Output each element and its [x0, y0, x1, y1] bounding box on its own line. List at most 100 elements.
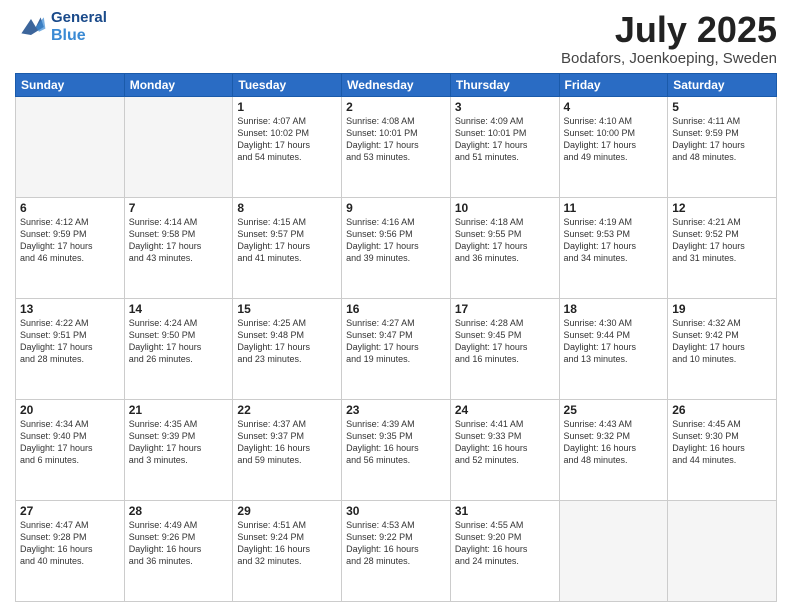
page: General Blue July 2025 Bodafors, Joenkoe… — [0, 0, 792, 612]
day-number: 3 — [455, 100, 555, 114]
day-info: Sunrise: 4:55 AM Sunset: 9:20 PM Dayligh… — [455, 519, 555, 568]
col-wednesday: Wednesday — [342, 73, 451, 96]
day-number: 16 — [346, 302, 446, 316]
day-info: Sunrise: 4:08 AM Sunset: 10:01 PM Daylig… — [346, 115, 446, 164]
table-row — [668, 500, 777, 601]
day-number: 8 — [237, 201, 337, 215]
table-row: 31Sunrise: 4:55 AM Sunset: 9:20 PM Dayli… — [450, 500, 559, 601]
calendar-week-row: 20Sunrise: 4:34 AM Sunset: 9:40 PM Dayli… — [16, 399, 777, 500]
day-number: 19 — [672, 302, 772, 316]
table-row: 4Sunrise: 4:10 AM Sunset: 10:00 PM Dayli… — [559, 96, 668, 197]
day-info: Sunrise: 4:09 AM Sunset: 10:01 PM Daylig… — [455, 115, 555, 164]
table-row: 25Sunrise: 4:43 AM Sunset: 9:32 PM Dayli… — [559, 399, 668, 500]
day-info: Sunrise: 4:41 AM Sunset: 9:33 PM Dayligh… — [455, 418, 555, 467]
day-number: 31 — [455, 504, 555, 518]
day-number: 24 — [455, 403, 555, 417]
day-info: Sunrise: 4:39 AM Sunset: 9:35 PM Dayligh… — [346, 418, 446, 467]
day-number: 7 — [129, 201, 229, 215]
day-info: Sunrise: 4:24 AM Sunset: 9:50 PM Dayligh… — [129, 317, 229, 366]
day-info: Sunrise: 4:32 AM Sunset: 9:42 PM Dayligh… — [672, 317, 772, 366]
table-row: 15Sunrise: 4:25 AM Sunset: 9:48 PM Dayli… — [233, 298, 342, 399]
day-number: 29 — [237, 504, 337, 518]
day-number: 10 — [455, 201, 555, 215]
col-friday: Friday — [559, 73, 668, 96]
day-number: 6 — [20, 201, 120, 215]
table-row: 11Sunrise: 4:19 AM Sunset: 9:53 PM Dayli… — [559, 197, 668, 298]
header: General Blue July 2025 Bodafors, Joenkoe… — [15, 10, 777, 67]
day-number: 13 — [20, 302, 120, 316]
logo-text: General Blue — [51, 10, 107, 44]
table-row: 23Sunrise: 4:39 AM Sunset: 9:35 PM Dayli… — [342, 399, 451, 500]
col-thursday: Thursday — [450, 73, 559, 96]
day-info: Sunrise: 4:19 AM Sunset: 9:53 PM Dayligh… — [564, 216, 664, 265]
day-info: Sunrise: 4:37 AM Sunset: 9:37 PM Dayligh… — [237, 418, 337, 467]
table-row: 13Sunrise: 4:22 AM Sunset: 9:51 PM Dayli… — [16, 298, 125, 399]
day-number: 2 — [346, 100, 446, 114]
table-row: 19Sunrise: 4:32 AM Sunset: 9:42 PM Dayli… — [668, 298, 777, 399]
day-info: Sunrise: 4:18 AM Sunset: 9:55 PM Dayligh… — [455, 216, 555, 265]
table-row: 6Sunrise: 4:12 AM Sunset: 9:59 PM Daylig… — [16, 197, 125, 298]
day-info: Sunrise: 4:53 AM Sunset: 9:22 PM Dayligh… — [346, 519, 446, 568]
table-row: 22Sunrise: 4:37 AM Sunset: 9:37 PM Dayli… — [233, 399, 342, 500]
day-info: Sunrise: 4:30 AM Sunset: 9:44 PM Dayligh… — [564, 317, 664, 366]
table-row: 16Sunrise: 4:27 AM Sunset: 9:47 PM Dayli… — [342, 298, 451, 399]
day-number: 22 — [237, 403, 337, 417]
table-row: 29Sunrise: 4:51 AM Sunset: 9:24 PM Dayli… — [233, 500, 342, 601]
calendar-week-row: 6Sunrise: 4:12 AM Sunset: 9:59 PM Daylig… — [16, 197, 777, 298]
day-info: Sunrise: 4:12 AM Sunset: 9:59 PM Dayligh… — [20, 216, 120, 265]
day-info: Sunrise: 4:51 AM Sunset: 9:24 PM Dayligh… — [237, 519, 337, 568]
logo-icon — [15, 11, 47, 43]
day-info: Sunrise: 4:21 AM Sunset: 9:52 PM Dayligh… — [672, 216, 772, 265]
table-row: 12Sunrise: 4:21 AM Sunset: 9:52 PM Dayli… — [668, 197, 777, 298]
table-row: 28Sunrise: 4:49 AM Sunset: 9:26 PM Dayli… — [124, 500, 233, 601]
day-info: Sunrise: 4:07 AM Sunset: 10:02 PM Daylig… — [237, 115, 337, 164]
day-info: Sunrise: 4:35 AM Sunset: 9:39 PM Dayligh… — [129, 418, 229, 467]
day-number: 30 — [346, 504, 446, 518]
table-row: 2Sunrise: 4:08 AM Sunset: 10:01 PM Dayli… — [342, 96, 451, 197]
day-info: Sunrise: 4:16 AM Sunset: 9:56 PM Dayligh… — [346, 216, 446, 265]
title-block: July 2025 Bodafors, Joenkoeping, Sweden — [561, 10, 777, 67]
table-row: 18Sunrise: 4:30 AM Sunset: 9:44 PM Dayli… — [559, 298, 668, 399]
col-monday: Monday — [124, 73, 233, 96]
table-row: 26Sunrise: 4:45 AM Sunset: 9:30 PM Dayli… — [668, 399, 777, 500]
table-row: 21Sunrise: 4:35 AM Sunset: 9:39 PM Dayli… — [124, 399, 233, 500]
day-info: Sunrise: 4:15 AM Sunset: 9:57 PM Dayligh… — [237, 216, 337, 265]
day-number: 12 — [672, 201, 772, 215]
day-info: Sunrise: 4:11 AM Sunset: 9:59 PM Dayligh… — [672, 115, 772, 164]
day-number: 25 — [564, 403, 664, 417]
table-row: 24Sunrise: 4:41 AM Sunset: 9:33 PM Dayli… — [450, 399, 559, 500]
day-number: 11 — [564, 201, 664, 215]
table-row — [16, 96, 125, 197]
table-row: 30Sunrise: 4:53 AM Sunset: 9:22 PM Dayli… — [342, 500, 451, 601]
day-number: 15 — [237, 302, 337, 316]
day-number: 18 — [564, 302, 664, 316]
day-info: Sunrise: 4:49 AM Sunset: 9:26 PM Dayligh… — [129, 519, 229, 568]
table-row: 27Sunrise: 4:47 AM Sunset: 9:28 PM Dayli… — [16, 500, 125, 601]
col-tuesday: Tuesday — [233, 73, 342, 96]
table-row: 10Sunrise: 4:18 AM Sunset: 9:55 PM Dayli… — [450, 197, 559, 298]
day-info: Sunrise: 4:34 AM Sunset: 9:40 PM Dayligh… — [20, 418, 120, 467]
day-number: 17 — [455, 302, 555, 316]
location: Bodafors, Joenkoeping, Sweden — [561, 50, 777, 67]
day-info: Sunrise: 4:45 AM Sunset: 9:30 PM Dayligh… — [672, 418, 772, 467]
day-number: 23 — [346, 403, 446, 417]
day-info: Sunrise: 4:14 AM Sunset: 9:58 PM Dayligh… — [129, 216, 229, 265]
calendar-week-row: 13Sunrise: 4:22 AM Sunset: 9:51 PM Dayli… — [16, 298, 777, 399]
logo: General Blue — [15, 10, 107, 44]
day-number: 1 — [237, 100, 337, 114]
table-row: 5Sunrise: 4:11 AM Sunset: 9:59 PM Daylig… — [668, 96, 777, 197]
day-number: 9 — [346, 201, 446, 215]
day-info: Sunrise: 4:25 AM Sunset: 9:48 PM Dayligh… — [237, 317, 337, 366]
day-info: Sunrise: 4:43 AM Sunset: 9:32 PM Dayligh… — [564, 418, 664, 467]
table-row: 3Sunrise: 4:09 AM Sunset: 10:01 PM Dayli… — [450, 96, 559, 197]
table-row: 14Sunrise: 4:24 AM Sunset: 9:50 PM Dayli… — [124, 298, 233, 399]
day-info: Sunrise: 4:28 AM Sunset: 9:45 PM Dayligh… — [455, 317, 555, 366]
calendar-week-row: 27Sunrise: 4:47 AM Sunset: 9:28 PM Dayli… — [16, 500, 777, 601]
day-number: 5 — [672, 100, 772, 114]
day-number: 21 — [129, 403, 229, 417]
day-number: 14 — [129, 302, 229, 316]
col-saturday: Saturday — [668, 73, 777, 96]
day-number: 26 — [672, 403, 772, 417]
table-row — [559, 500, 668, 601]
day-number: 27 — [20, 504, 120, 518]
